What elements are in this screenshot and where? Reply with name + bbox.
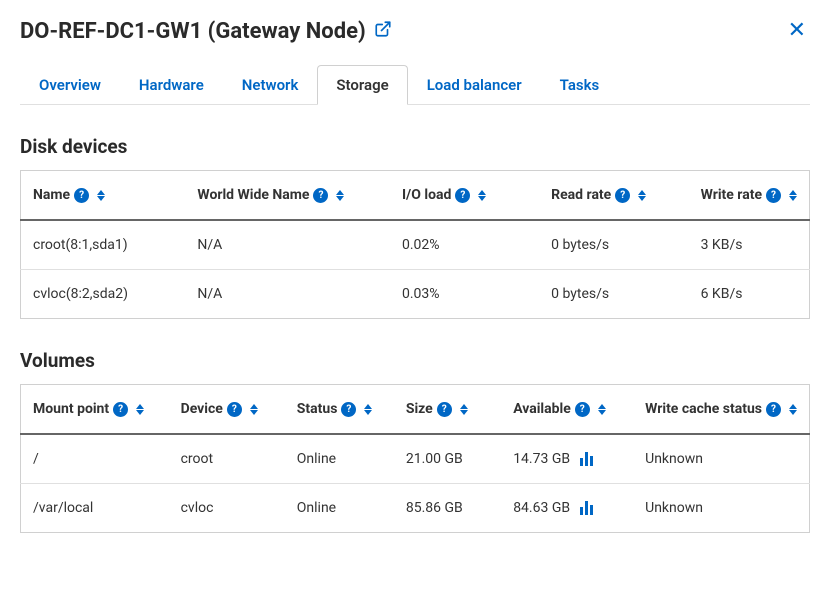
- help-icon[interactable]: ?: [766, 402, 781, 417]
- volumes-table: Mount point ? Device ? Status ?: [20, 384, 810, 533]
- sort-icon[interactable]: [598, 404, 606, 415]
- cell-wwn: N/A: [185, 220, 390, 270]
- col-ioload: I/O load: [402, 187, 451, 203]
- disk-devices-table: Name ? World Wide Name ? I/O load ?: [20, 170, 810, 319]
- tab-overview[interactable]: Overview: [20, 65, 120, 105]
- tab-loadbalancer[interactable]: Load balancer: [408, 65, 541, 105]
- help-icon[interactable]: ?: [437, 402, 452, 417]
- sort-icon[interactable]: [460, 404, 468, 415]
- cell-size: 85.86 GB: [394, 484, 501, 533]
- disk-devices-heading: Disk devices: [20, 135, 810, 158]
- help-icon[interactable]: ?: [615, 188, 630, 203]
- bar-chart-icon[interactable]: [580, 452, 593, 466]
- sort-icon[interactable]: [97, 190, 105, 201]
- help-icon[interactable]: ?: [74, 188, 89, 203]
- table-row: / croot Online 21.00 GB 14.73 GB Unknown: [21, 434, 810, 484]
- col-name: Name: [33, 187, 70, 203]
- cell-write: 6 KB/s: [689, 270, 810, 319]
- col-device: Device: [181, 401, 223, 417]
- help-icon[interactable]: ?: [227, 402, 242, 417]
- cell-available: 84.63 GB: [513, 500, 570, 516]
- cell-device: croot: [169, 434, 285, 484]
- close-icon[interactable]: ✕: [784, 16, 810, 46]
- external-link-icon[interactable]: [374, 19, 392, 44]
- cell-size: 21.00 GB: [394, 434, 501, 484]
- bar-chart-icon[interactable]: [580, 501, 593, 515]
- cell-writecache: Unknown: [633, 434, 809, 484]
- cell-read: 0 bytes/s: [539, 270, 688, 319]
- tab-hardware[interactable]: Hardware: [120, 65, 223, 105]
- volumes-heading: Volumes: [20, 349, 810, 372]
- tab-tasks[interactable]: Tasks: [541, 65, 619, 105]
- cell-io: 0.02%: [390, 220, 539, 270]
- cell-name: croot(8:1,sda1): [21, 220, 186, 270]
- cell-available: 14.73 GB: [513, 451, 570, 467]
- cell-wwn: N/A: [185, 270, 390, 319]
- sort-icon[interactable]: [638, 190, 646, 201]
- sort-icon[interactable]: [136, 404, 144, 415]
- col-status: Status: [297, 401, 338, 417]
- cell-mount: /: [21, 434, 169, 484]
- sort-icon[interactable]: [478, 190, 486, 201]
- help-icon[interactable]: ?: [766, 188, 781, 203]
- tab-storage[interactable]: Storage: [317, 65, 407, 105]
- col-writecache: Write cache status: [645, 401, 762, 417]
- table-row: cvloc(8:2,sda2) N/A 0.03% 0 bytes/s 6 KB…: [21, 270, 810, 319]
- col-available: Available: [513, 401, 571, 417]
- cell-read: 0 bytes/s: [539, 220, 688, 270]
- help-icon[interactable]: ?: [113, 402, 128, 417]
- cell-io: 0.03%: [390, 270, 539, 319]
- tab-bar: Overview Hardware Network Storage Load b…: [20, 64, 810, 105]
- sort-icon[interactable]: [250, 404, 258, 415]
- help-icon[interactable]: ?: [313, 188, 328, 203]
- sort-icon[interactable]: [336, 190, 344, 201]
- sort-icon[interactable]: [789, 404, 797, 415]
- sort-icon[interactable]: [364, 404, 372, 415]
- col-readrate: Read rate: [551, 187, 611, 203]
- cell-status: Online: [285, 484, 394, 533]
- help-icon[interactable]: ?: [455, 188, 470, 203]
- sort-icon[interactable]: [789, 190, 797, 201]
- col-wwn: World Wide Name: [197, 187, 309, 203]
- col-size: Size: [406, 401, 433, 417]
- table-row: /var/local cvloc Online 85.86 GB 84.63 G…: [21, 484, 810, 533]
- cell-device: cvloc: [169, 484, 285, 533]
- cell-name: cvloc(8:2,sda2): [21, 270, 186, 319]
- col-mount: Mount point: [33, 401, 109, 417]
- help-icon[interactable]: ?: [341, 402, 356, 417]
- table-row: croot(8:1,sda1) N/A 0.02% 0 bytes/s 3 KB…: [21, 220, 810, 270]
- col-writerate: Write rate: [701, 187, 762, 203]
- cell-status: Online: [285, 434, 394, 484]
- tab-network[interactable]: Network: [223, 65, 318, 105]
- help-icon[interactable]: ?: [575, 402, 590, 417]
- page-title: DO-REF-DC1-GW1 (Gateway Node): [20, 19, 366, 44]
- cell-write: 3 KB/s: [689, 220, 810, 270]
- cell-mount: /var/local: [21, 484, 169, 533]
- cell-writecache: Unknown: [633, 484, 809, 533]
